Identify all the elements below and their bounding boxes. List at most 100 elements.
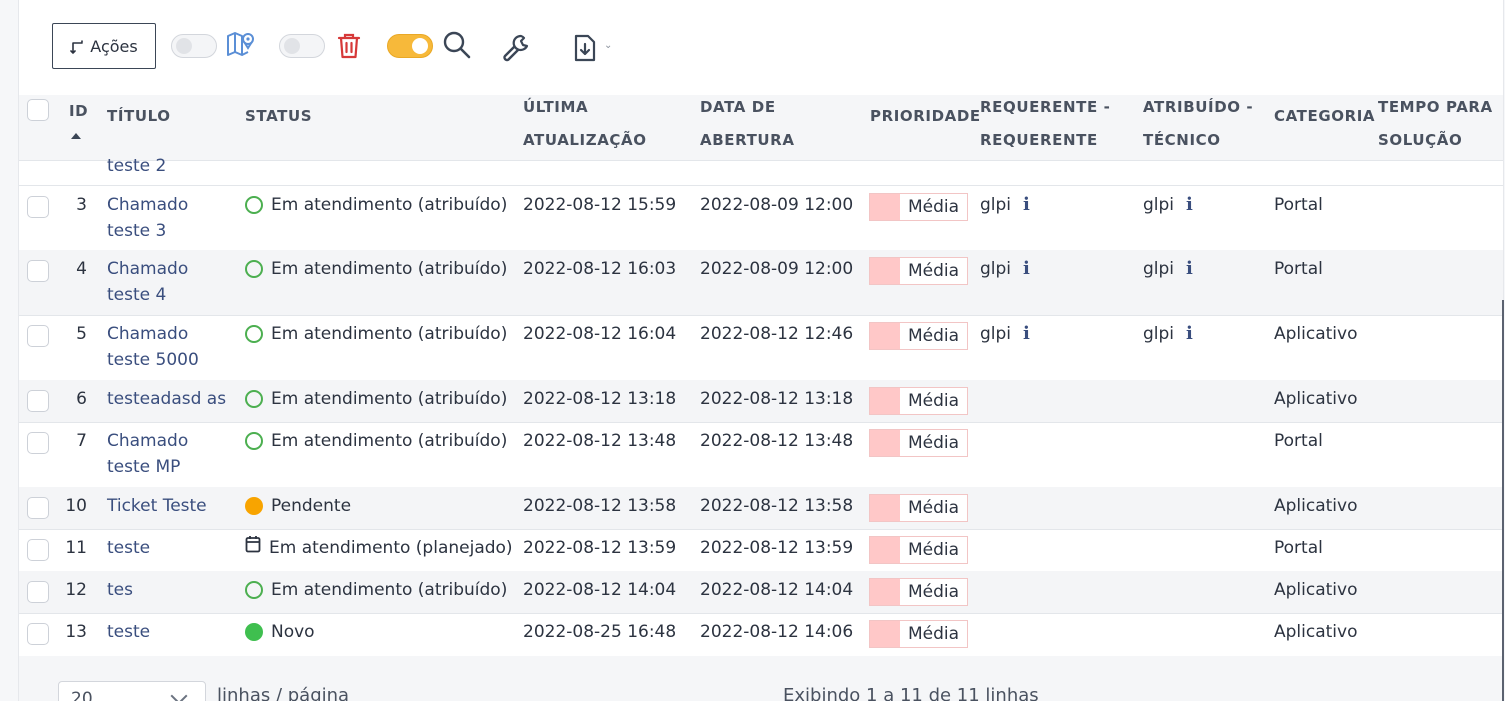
ticket-title-link[interactable]: Chamado teste 4: [107, 256, 237, 308]
priority-color-swatch: [870, 495, 900, 521]
ticket-title-link[interactable]: teste: [107, 619, 237, 645]
info-icon[interactable]: i: [1186, 323, 1193, 344]
priority-badge: Média: [869, 494, 968, 522]
requester-name[interactable]: glpi: [980, 195, 1011, 215]
requester-name[interactable]: glpi: [980, 324, 1011, 344]
row-checkbox[interactable]: [27, 196, 49, 218]
priority-label: Média: [907, 582, 960, 602]
header-priority[interactable]: Prioridade: [870, 100, 981, 133]
map-pin-icon[interactable]: [225, 28, 257, 60]
file-download-icon[interactable]: [569, 32, 601, 64]
priority-color-swatch: [870, 579, 900, 605]
header-category[interactable]: Categoria: [1274, 100, 1375, 133]
ticket-title-link[interactable]: teste: [107, 535, 237, 561]
ticket-title-link[interactable]: Chamado teste MP: [107, 428, 237, 480]
row-checkbox[interactable]: [27, 497, 49, 519]
info-icon[interactable]: i: [1186, 194, 1193, 215]
info-icon[interactable]: i: [1023, 258, 1030, 279]
info-icon[interactable]: i: [1023, 323, 1030, 344]
header-requester[interactable]: Requerente -: [980, 91, 1110, 124]
assigned-name[interactable]: glpi: [1143, 324, 1174, 344]
header-opened[interactable]: Data de: [700, 91, 776, 124]
chevron-down-icon[interactable]: ⌄: [604, 40, 612, 51]
table-row[interactable]: 10 Ticket Teste Pendente 2022-08-12 13:58 20…: [19, 487, 1503, 530]
header-id[interactable]: ID: [69, 95, 88, 128]
header-last-update[interactable]: Última: [523, 91, 588, 124]
table-row[interactable]: 12 tes Em atendimento (atribuído) 2022-08-1…: [19, 571, 1503, 614]
row-checkbox[interactable]: [27, 325, 49, 347]
ticket-title-line1[interactable]: tes: [107, 577, 237, 603]
status-label: Em atendimento (atribuído): [271, 195, 508, 215]
ticket-title-line1[interactable]: teste: [107, 535, 237, 561]
priority-badge: Média: [869, 536, 968, 564]
table-row[interactable]: 11 teste Em atendimento (planejado) 2022-08…: [19, 529, 1503, 572]
ticket-title-link[interactable]: Chamado teste 3: [107, 192, 237, 244]
ticket-title-line2[interactable]: teste 4: [107, 282, 237, 308]
row-checkbox[interactable]: [27, 623, 49, 645]
ticket-title-link[interactable]: Ticket Teste: [107, 493, 237, 519]
requester-cell: glpi i: [980, 256, 1030, 282]
header-time-to-solve-2[interactable]: solução: [1378, 124, 1462, 157]
actions-button[interactable]: Ações: [52, 23, 156, 69]
table-row[interactable]: 3 Chamado teste 3 Em atendimento (atribuído…: [19, 186, 1503, 251]
row-checkbox[interactable]: [27, 260, 49, 282]
ticket-title-line1[interactable]: teste: [107, 619, 237, 645]
category-cell: Aplicativo: [1274, 580, 1358, 600]
header-requester-2[interactable]: Requerente: [980, 124, 1098, 157]
sort-asc-icon[interactable]: [70, 125, 82, 144]
category-cell: Aplicativo: [1274, 496, 1358, 516]
scrollbar[interactable]: [1502, 300, 1504, 701]
row-checkbox[interactable]: [27, 432, 49, 454]
header-time-to-solve[interactable]: Tempo para: [1378, 91, 1493, 124]
assigned-name[interactable]: glpi: [1143, 195, 1174, 215]
header-assigned-2[interactable]: Técnico: [1143, 124, 1221, 157]
search-icon[interactable]: [441, 29, 473, 61]
trash-toggle[interactable]: [279, 34, 325, 58]
header-assigned[interactable]: Atribuído -: [1143, 91, 1253, 124]
ticket-title-line1[interactable]: Chamado: [107, 256, 237, 282]
info-icon[interactable]: i: [1186, 258, 1193, 279]
priority-color-swatch: [870, 388, 900, 414]
map-toggle[interactable]: [171, 34, 217, 58]
table-row[interactable]: 13 teste Novo 2022-08-25 16:48 2022-08-12 14…: [19, 613, 1503, 657]
ticket-title-line2[interactable]: teste MP: [107, 454, 237, 480]
ticket-title-link[interactable]: teste 2: [107, 153, 237, 179]
ticket-title-line1[interactable]: Chamado: [107, 192, 237, 218]
ticket-id: 11: [65, 538, 87, 558]
trash-icon[interactable]: [333, 30, 365, 62]
table-row[interactable]: 6 testeadasd as Em atendimento (atribuído)…: [19, 380, 1503, 423]
ticket-id: 13: [65, 622, 87, 642]
toolbar: Ações ⌄: [19, 0, 1503, 95]
ticket-title-line2[interactable]: teste 5000: [107, 347, 237, 373]
select-all-checkbox[interactable]: [27, 99, 49, 121]
ticket-title-link[interactable]: Chamado teste 5000: [107, 321, 237, 373]
wrench-icon[interactable]: [500, 32, 532, 64]
header-opened-2[interactable]: abertura: [700, 124, 795, 157]
requester-name[interactable]: glpi: [980, 259, 1011, 279]
info-icon[interactable]: i: [1023, 194, 1030, 215]
row-checkbox[interactable]: [27, 539, 49, 561]
actions-label: Ações: [90, 36, 138, 56]
table-row[interactable]: 5 Chamado teste 5000 Em atendimento (atribu…: [19, 315, 1503, 381]
ticket-title-line1[interactable]: Ticket Teste: [107, 493, 237, 519]
ticket-title-link[interactable]: testeadasd as: [107, 386, 237, 412]
assigned-name[interactable]: glpi: [1143, 259, 1174, 279]
opened-date: 2022-08-12 13:48: [700, 431, 854, 451]
header-last-update-2[interactable]: atualização: [523, 124, 647, 157]
table-row[interactable]: 4 Chamado teste 4 Em atendimento (atribuído…: [19, 250, 1503, 316]
last-update-date: 2022-08-12 15:59: [523, 195, 677, 215]
ticket-title-line1[interactable]: Chamado: [107, 321, 237, 347]
header-title[interactable]: Título: [107, 100, 171, 133]
page-size-select[interactable]: 20: [58, 681, 206, 701]
row-checkbox[interactable]: [27, 390, 49, 412]
row-checkbox[interactable]: [27, 581, 49, 603]
ticket-title-line1[interactable]: Chamado: [107, 428, 237, 454]
header-status[interactable]: Status: [245, 100, 312, 133]
last-update-date: 2022-08-12 13:18: [523, 389, 677, 409]
ticket-title-line2[interactable]: teste 3: [107, 218, 237, 244]
ticket-title-line1[interactable]: testeadasd as: [107, 386, 237, 412]
search-toggle[interactable]: [387, 34, 433, 58]
opened-date: 2022-08-12 14:04: [700, 580, 854, 600]
table-row[interactable]: 7 Chamado teste MP Em atendimento (atribuíd…: [19, 422, 1503, 488]
ticket-title-link[interactable]: tes: [107, 577, 237, 603]
